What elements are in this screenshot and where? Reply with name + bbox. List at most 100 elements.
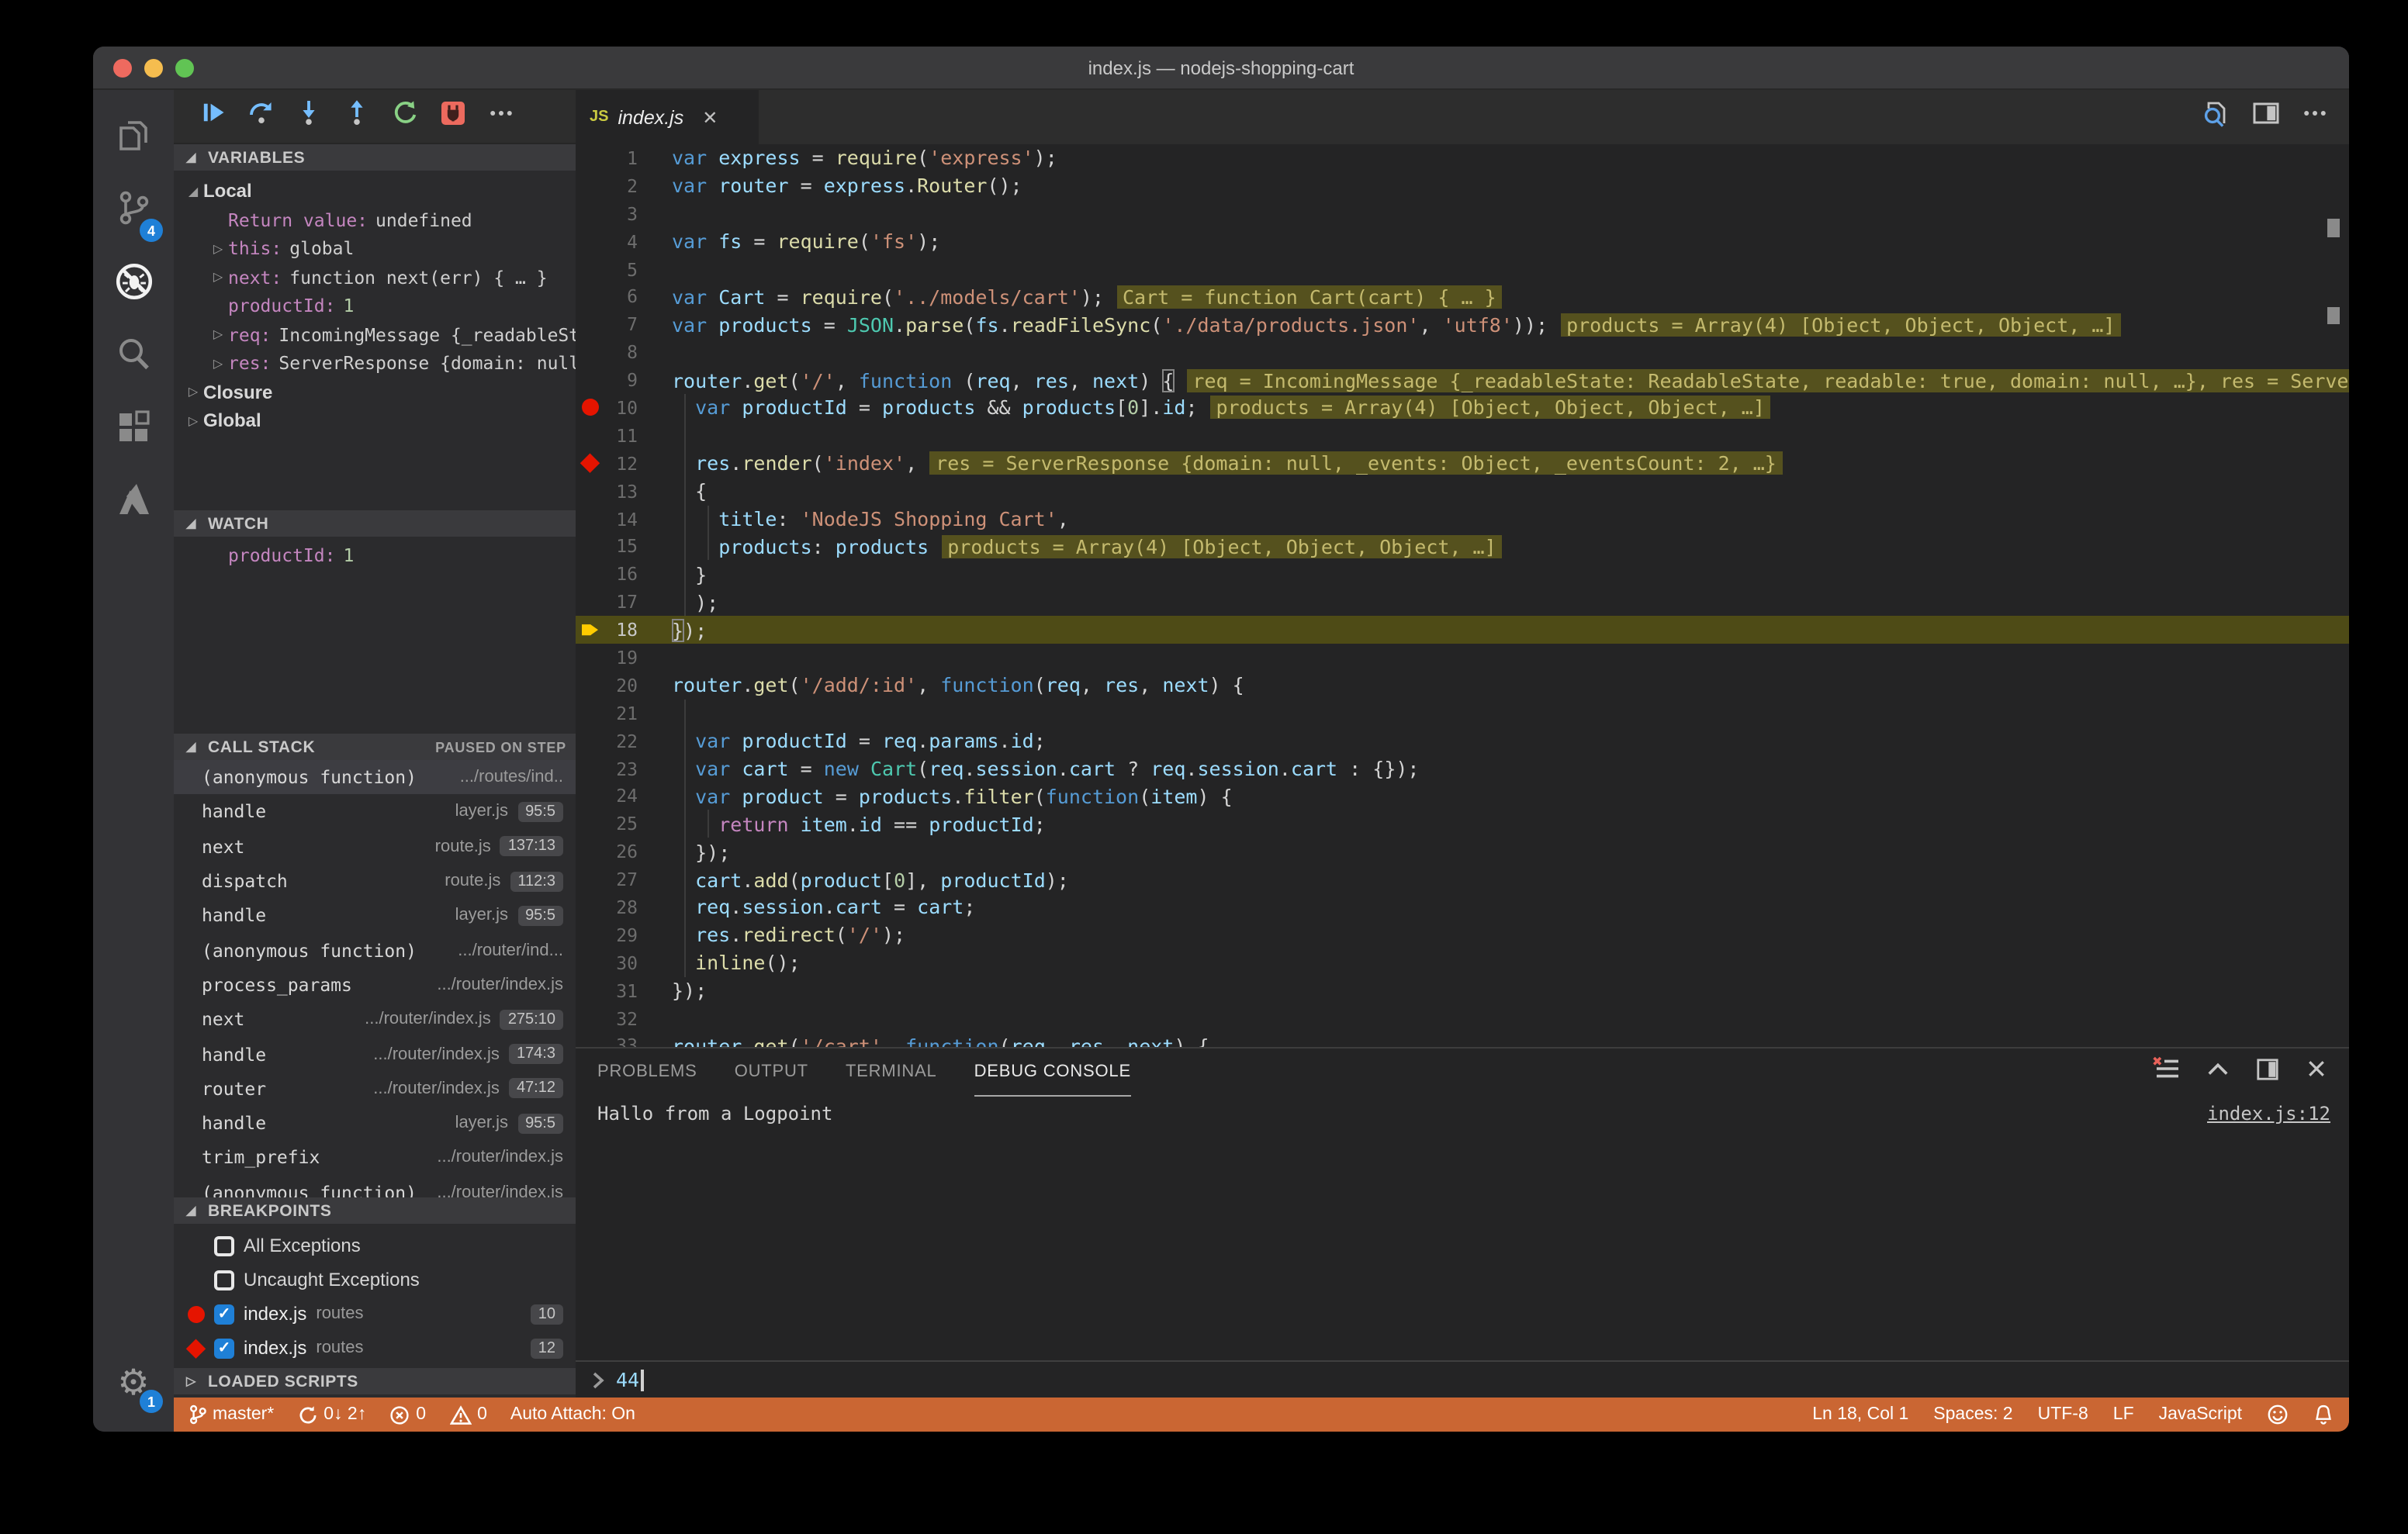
code-line[interactable]: 6 var Cart = require('../models/cart'); Ca…	[576, 283, 2349, 311]
restart-button[interactable]	[389, 101, 420, 132]
gutter[interactable]: 29	[576, 921, 672, 949]
gutter[interactable]: 14	[576, 505, 672, 533]
checkbox-checked[interactable]: ✓	[214, 1304, 234, 1324]
code-line[interactable]: 24 var product = products. filter(functio…	[576, 782, 2349, 810]
gutter[interactable]: 17	[576, 589, 672, 617]
exception-breakpoint-row[interactable]: Uncaught Exceptions	[174, 1263, 576, 1297]
gutter[interactable]: 7	[576, 311, 672, 339]
maximize-panel-button[interactable]	[2206, 1058, 2230, 1087]
variable-row[interactable]: productId: 1	[174, 292, 576, 320]
code-line[interactable]: 4 var fs = require('fs');	[576, 227, 2349, 255]
code-line[interactable]: 27 cart. add(product[0], productId);	[576, 865, 2349, 894]
code-line[interactable]: 15 products: products products = Array(4)…	[576, 532, 2349, 561]
clear-console-button[interactable]	[2152, 1056, 2180, 1089]
call-stack-frame[interactable]: next route.js 137:13	[174, 829, 576, 864]
gutter[interactable]: 1	[576, 144, 672, 172]
call-stack-frame[interactable]: dispatch route.js 112:3	[174, 864, 576, 899]
gutter[interactable]: 23	[576, 755, 672, 783]
code-line[interactable]: 21	[576, 699, 2349, 727]
call-stack-frame[interactable]: handle .../router/index.js 174:3	[174, 1037, 576, 1072]
breakpoint-row[interactable]: ✓ index.js routes 12	[174, 1331, 576, 1365]
checkbox-checked[interactable]: ✓	[214, 1338, 234, 1358]
step-over-button[interactable]	[245, 101, 276, 132]
gutter[interactable]: 27	[576, 865, 672, 893]
close-panel-button[interactable]	[2306, 1058, 2327, 1087]
gutter[interactable]: 26	[576, 838, 672, 866]
variables-section-header[interactable]: ◢ VARIABLES	[174, 144, 576, 171]
call-stack-frame[interactable]: trim_prefix .../router/index.js	[174, 1141, 576, 1176]
status-item-javascript[interactable]: JavaScript	[2159, 1405, 2242, 1424]
call-stack-frame[interactable]: (anonymous function) .../router/index.js	[174, 1175, 576, 1197]
breakpoints-section-header[interactable]: ◢ BREAKPOINTS	[174, 1197, 576, 1224]
code-line[interactable]: 16 }	[576, 560, 2349, 589]
code-line[interactable]: 22 var productId = req. params. id;	[576, 727, 2349, 755]
gutter[interactable]: 24	[576, 783, 672, 810]
code-line[interactable]: 12 res. render('index', res = ServerRespon…	[576, 449, 2349, 478]
code-line[interactable]: 17 );	[576, 588, 2349, 617]
gutter[interactable]: 5	[576, 255, 672, 283]
scope-row[interactable]: ◢ Local	[174, 177, 576, 206]
code-line[interactable]: 2 var router = express. Router ();	[576, 172, 2349, 200]
gutter[interactable]: 20	[576, 672, 672, 700]
panel-tab-problems[interactable]: PROBLEMS	[597, 1049, 697, 1097]
status-item-ln-18-col-1[interactable]: Ln 18, Col 1	[1812, 1405, 1908, 1424]
gutter[interactable]: 11	[576, 422, 672, 450]
call-stack-section-header[interactable]: ◢ CALL STACK PAUSED ON STEP	[174, 734, 576, 760]
gutter[interactable]: 15	[576, 533, 672, 561]
gutter[interactable]: 3	[576, 200, 672, 228]
close-window-button[interactable]	[113, 58, 132, 77]
activity-item-extensions[interactable]	[93, 394, 174, 467]
call-stack-frame[interactable]: router .../router/index.js 47:12	[174, 1071, 576, 1106]
checkbox-unchecked[interactable]	[214, 1235, 234, 1256]
tab-index-js[interactable]: JS index.js ✕	[576, 90, 759, 144]
code-line[interactable]: 14 title: 'NodeJS Shopping Cart',	[576, 505, 2349, 533]
status-item-lf[interactable]: LF	[2113, 1405, 2134, 1424]
code-line[interactable]: 1 var express = require('express');	[576, 144, 2349, 172]
gutter[interactable]: 18	[576, 616, 672, 644]
code-line[interactable]: 30 inline ();	[576, 948, 2349, 977]
code-line[interactable]: 25 return item. id == productId;	[576, 810, 2349, 838]
loaded-scripts-section-header[interactable]: ▷ LOADED SCRIPTS	[174, 1368, 576, 1394]
gutter[interactable]: 13	[576, 477, 672, 505]
call-stack-frame[interactable]: (anonymous function) .../router/ind...	[174, 933, 576, 968]
code-line[interactable]: 13 {	[576, 477, 2349, 506]
watch-section-header[interactable]: ◢ WATCH	[174, 510, 576, 537]
status-item-utf-8[interactable]: UTF-8	[2038, 1405, 2088, 1424]
more-button[interactable]	[2302, 101, 2327, 133]
code-line[interactable]: 10 var productId = products && products[…	[576, 394, 2349, 422]
gutter[interactable]: 22	[576, 727, 672, 755]
activity-item-search[interactable]	[93, 321, 174, 394]
exception-breakpoint-row[interactable]: All Exceptions	[174, 1228, 576, 1263]
code-line[interactable]: 33 router. get('/cart', function(req, res,…	[576, 1032, 2349, 1047]
code-line[interactable]: 32	[576, 1004, 2349, 1032]
panel-tab-output[interactable]: OUTPUT	[735, 1049, 808, 1097]
code-line[interactable]: 7 var products = JSON. parse(fs. readFileSy…	[576, 311, 2349, 339]
code-line[interactable]: 26 });	[576, 838, 2349, 866]
code-line[interactable]: 23 var cart = new Cart(req. session. cart …	[576, 755, 2349, 783]
variable-row[interactable]: Return value: undefined	[174, 206, 576, 234]
call-stack-frame[interactable]: handle layer.js 95:5	[174, 1106, 576, 1141]
activity-item-explorer[interactable]	[93, 102, 174, 175]
status-item-0[interactable]: 0	[449, 1404, 487, 1425]
code-line[interactable]: 20 router. get('/add/:id', function(req, r…	[576, 672, 2349, 700]
status-item-0-2-[interactable]: 0↓ 2↑	[297, 1404, 366, 1425]
code-line[interactable]: 8	[576, 338, 2349, 366]
panel-tab-terminal[interactable]: TERMINAL	[846, 1049, 937, 1097]
gutter[interactable]: 33	[576, 1032, 672, 1047]
gutter[interactable]: 8	[576, 338, 672, 366]
scope-row[interactable]: ▷ Global	[174, 406, 576, 435]
call-stack-frame[interactable]: (anonymous function) .../routes/ind..	[174, 760, 576, 795]
split-panel-button[interactable]	[2256, 1057, 2279, 1088]
code-line[interactable]: 3	[576, 200, 2349, 228]
tab-close-icon[interactable]: ✕	[702, 106, 718, 128]
activity-item-azure[interactable]	[93, 467, 174, 540]
gutter[interactable]: 30	[576, 949, 672, 977]
code-line[interactable]: 9 router. get('/', function (req, res, nex…	[576, 366, 2349, 394]
variable-row[interactable]: productId: 1	[174, 541, 576, 570]
disconnect-button[interactable]	[438, 101, 469, 132]
call-stack-frame[interactable]: handle layer.js 95:5	[174, 795, 576, 830]
code-line[interactable]: 18});	[576, 616, 2349, 644]
code-line[interactable]: 29 res. redirect('/');	[576, 921, 2349, 949]
find-in-file-button[interactable]	[2202, 99, 2230, 135]
status-item-0[interactable]: 0	[389, 1404, 426, 1425]
